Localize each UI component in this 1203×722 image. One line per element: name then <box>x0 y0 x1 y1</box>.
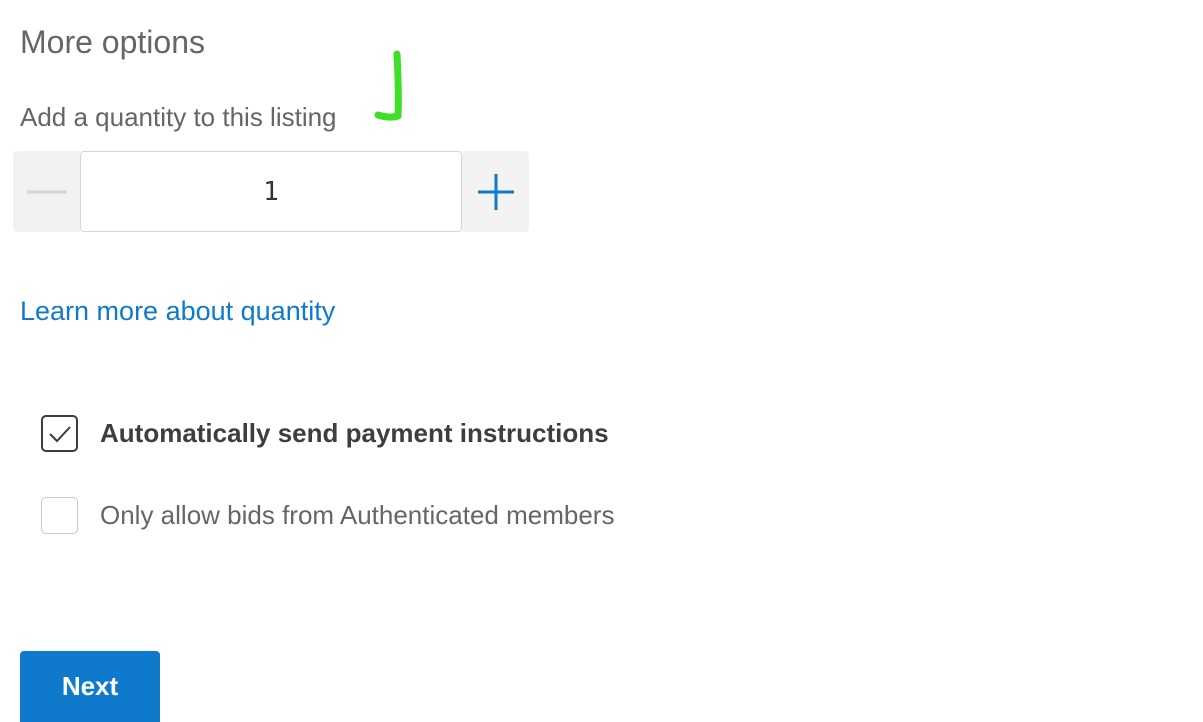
plus-icon <box>477 173 514 210</box>
authenticated-bids-option[interactable]: Only allow bids from Authenticated membe… <box>41 497 614 534</box>
learn-more-quantity-link[interactable]: Learn more about quantity <box>20 296 335 327</box>
authenticated-bids-label: Only allow bids from Authenticated membe… <box>100 500 615 530</box>
next-button[interactable]: Next <box>20 651 160 722</box>
quantity-stepper <box>13 151 529 232</box>
checkmark-icon <box>48 425 71 442</box>
auto-payment-option[interactable]: Automatically send payment instructions <box>41 415 609 452</box>
minus-icon <box>26 190 67 193</box>
annotation-arrow-icon <box>374 50 402 121</box>
auto-payment-label: Automatically send payment instructions <box>100 418 609 448</box>
authenticated-bids-checkbox[interactable] <box>41 497 78 534</box>
decrement-button[interactable] <box>13 151 80 232</box>
quantity-label: Add a quantity to this listing <box>20 102 337 132</box>
quantity-input[interactable] <box>80 151 462 232</box>
auto-payment-checkbox[interactable] <box>41 415 78 452</box>
increment-button[interactable] <box>462 151 529 232</box>
section-title: More options <box>20 24 205 60</box>
